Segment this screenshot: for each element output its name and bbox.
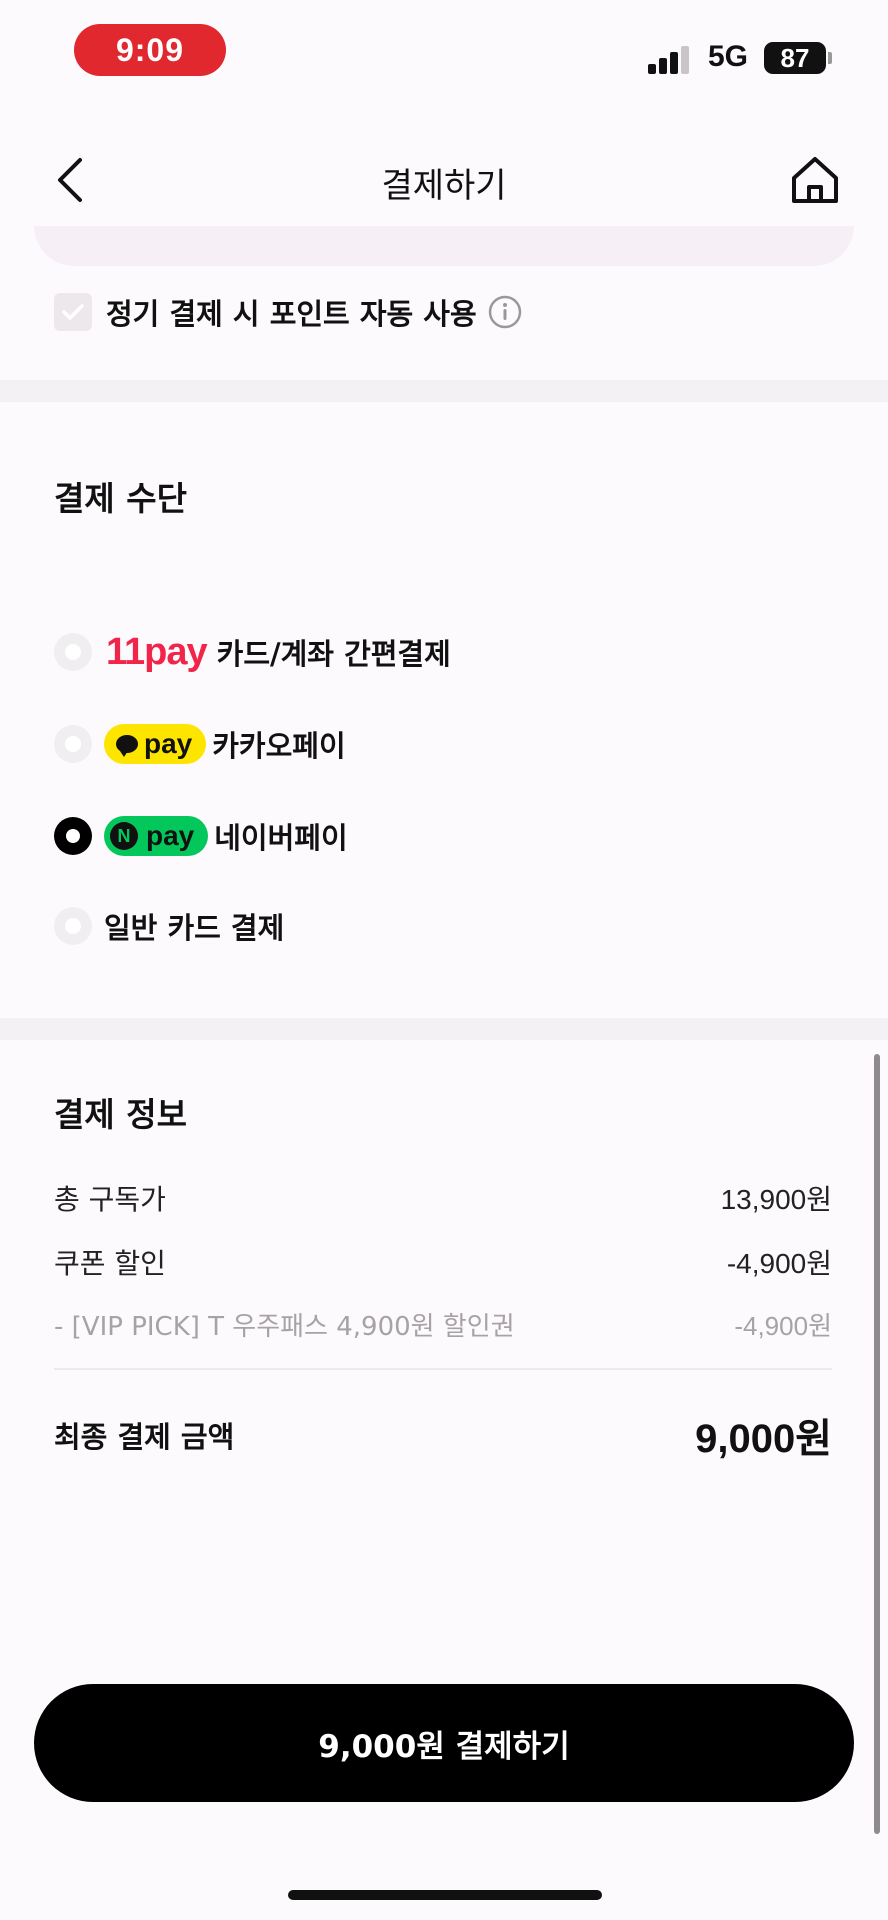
battery-icon: 87	[764, 42, 826, 74]
auto-point-label: 정기 결제 시 포인트 자동 사용	[106, 297, 477, 331]
auto-point-checkbox[interactable]	[54, 293, 92, 331]
info-row-coupon: 쿠폰 할인 -4,900원	[54, 1242, 832, 1282]
info-row-total: 최종 결제 금액 9,000원	[54, 1406, 832, 1464]
divider	[54, 1368, 832, 1370]
home-icon	[792, 157, 838, 203]
section-divider	[0, 1018, 888, 1040]
coupon-card-edge	[34, 226, 854, 266]
pay-option-label: 카카오페이	[212, 729, 346, 763]
naver-n-icon: N	[110, 822, 138, 850]
pay-option-naverpay[interactable]: N pay 네이버페이	[54, 810, 348, 862]
info-value: -4,900원	[726, 1248, 832, 1279]
pay-option-kakaopay[interactable]: pay 카카오페이	[54, 718, 346, 770]
status-time: 9:09	[74, 24, 226, 76]
status-bar: 9:09 5G 87	[0, 0, 888, 100]
page-title: 결제하기	[381, 166, 507, 206]
signal-icon	[648, 44, 692, 74]
nav-header: 결제하기	[0, 130, 888, 230]
info-row-subscription: 총 구독가 13,900원	[54, 1178, 832, 1218]
11pay-logo: 11pay	[106, 630, 208, 673]
pay-option-11pay[interactable]: 11pay 카드/계좌 간편결제	[54, 626, 451, 678]
naverpay-logo: N pay	[104, 816, 209, 856]
radio-card[interactable]	[54, 907, 92, 945]
naverpay-logo-text: pay	[146, 820, 195, 851]
pay-option-card[interactable]: 일반 카드 결제	[54, 900, 284, 952]
radio-11pay[interactable]	[54, 633, 92, 671]
speech-bubble-icon	[116, 735, 138, 757]
total-value: 9,000원	[695, 1417, 832, 1461]
info-value: -4,900원	[734, 1311, 832, 1341]
home-indicator[interactable]	[288, 1890, 602, 1900]
kakaopay-logo-text: pay	[144, 728, 193, 759]
network-label: 5G	[708, 40, 749, 73]
section-divider	[0, 380, 888, 402]
pay-option-label: 네이버페이	[214, 821, 348, 855]
info-label: 총 구독가	[54, 1183, 166, 1216]
info-row-coupon-detail: - [VIP PICK] T 우주패스 4,900원 할인권 -4,900원	[54, 1306, 832, 1343]
kakaopay-logo: pay	[104, 724, 207, 764]
info-icon[interactable]	[487, 294, 523, 330]
payment-info-title: 결제 정보	[54, 1095, 187, 1134]
payment-method-title: 결제 수단	[54, 479, 187, 518]
auto-point-row[interactable]: 정기 결제 시 포인트 자동 사용	[54, 290, 523, 334]
pay-option-label: 일반 카드 결제	[104, 911, 285, 945]
info-value: 13,900원	[720, 1184, 832, 1215]
scrollbar[interactable]	[874, 1054, 880, 1834]
home-button[interactable]	[788, 154, 842, 206]
battery-cap	[828, 52, 832, 64]
total-label: 최종 결제 금액	[54, 1420, 235, 1454]
radio-naverpay[interactable]	[54, 817, 92, 855]
pay-button[interactable]: 9,000원 결제하기	[34, 1684, 854, 1802]
pay-option-label: 카드/계좌 간편결제	[216, 637, 451, 671]
radio-kakaopay[interactable]	[54, 725, 92, 763]
info-label: - [VIP PICK] T 우주패스 4,900원 할인권	[54, 1312, 515, 1342]
check-icon	[62, 304, 84, 320]
info-label: 쿠폰 할인	[54, 1247, 166, 1280]
